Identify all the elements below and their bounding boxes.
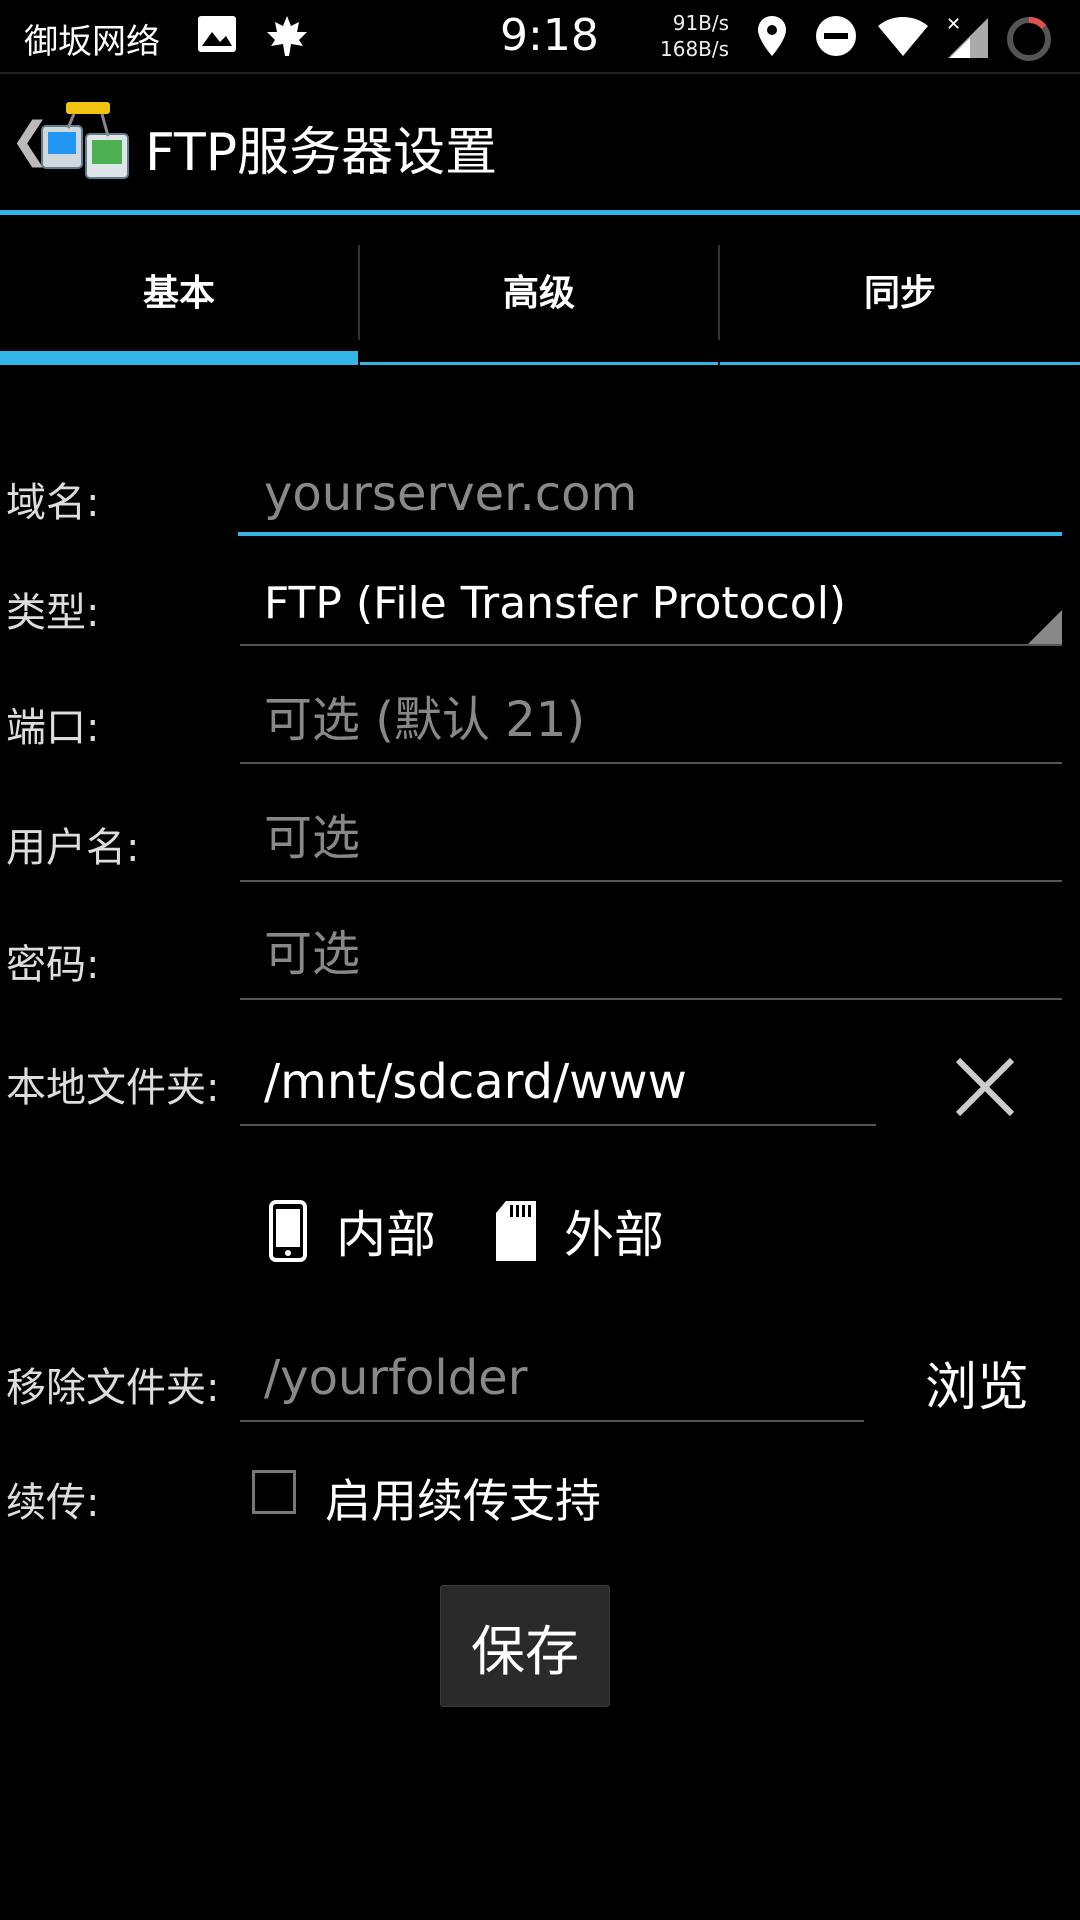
local-folder-input[interactable]: /mnt/sdcard/www (240, 1050, 872, 1114)
tab-basic[interactable]: 基本 (0, 215, 358, 365)
speed-down: 168B/s (660, 37, 730, 61)
local-folder-underline (240, 1124, 876, 1126)
tab-advanced[interactable]: 高级 (360, 215, 718, 365)
clock: 9:18 (500, 10, 599, 61)
domain-input[interactable]: yourserver.com (240, 462, 1060, 526)
external-storage-button[interactable]: 外部 (492, 1195, 692, 1267)
password-label: 密码: (6, 942, 100, 988)
speed-up: 91B/s (672, 11, 730, 35)
action-bar: ❮ FTP服务器设置 (0, 74, 1080, 210)
dropdown-arrow-icon[interactable] (1028, 610, 1062, 644)
svg-text:✕: ✕ (946, 14, 961, 35)
password-input[interactable]: 可选 (240, 922, 1060, 986)
signal-icon: ✕ (944, 14, 990, 64)
internal-storage-label: 内部 (336, 1206, 436, 1264)
internal-storage-button[interactable]: 内部 (268, 1195, 448, 1267)
username-input[interactable]: 可选 (240, 806, 1060, 870)
domain-label: 域名: (6, 480, 100, 526)
wifi-icon (876, 14, 930, 62)
location-icon (756, 14, 788, 62)
type-underline (240, 644, 1062, 646)
type-spinner[interactable]: FTP (File Transfer Protocol) (240, 572, 1060, 636)
resume-label: 续传: (6, 1480, 100, 1526)
network-speed: 91B/s 168B/s (660, 10, 729, 62)
remote-folder-label: 移除文件夹: (6, 1365, 220, 1411)
sync-icon (1004, 14, 1054, 68)
dnd-icon (814, 14, 858, 62)
phone-icon (269, 1200, 307, 1262)
domain-placeholder: yourserver.com (264, 466, 638, 522)
username-placeholder: 可选 (264, 810, 361, 866)
sd-card-icon (496, 1201, 536, 1261)
image-icon (196, 14, 238, 58)
carrier-name: 御坂网络 (24, 22, 160, 62)
port-underline (240, 762, 1062, 764)
page-title: FTP服务器设置 (145, 123, 498, 183)
status-bar: 御坂网络 9:18 91B/s 168B/s ✕ (0, 0, 1080, 72)
tab-indicator (720, 362, 1080, 365)
resume-checkbox-label[interactable]: 启用续传支持 (325, 1465, 601, 1531)
username-label: 用户名: (6, 825, 140, 871)
password-underline (240, 998, 1062, 1000)
maple-leaf-icon (264, 14, 310, 62)
tab-bar: 基本 高级 同步 (0, 215, 1080, 365)
clear-folder-button[interactable] (950, 1052, 1020, 1122)
tab-sync[interactable]: 同步 (720, 215, 1080, 365)
browse-button[interactable]: 浏览 (925, 1345, 1029, 1420)
port-input[interactable]: 可选 (默认 21) (240, 688, 1060, 752)
domain-underline (238, 532, 1062, 536)
close-icon (955, 1057, 1015, 1117)
remote-folder-placeholder: /yourfolder (264, 1350, 528, 1406)
port-placeholder: 可选 (默认 21) (264, 692, 586, 748)
type-value: FTP (File Transfer Protocol) (264, 578, 847, 629)
external-storage-label: 外部 (564, 1206, 664, 1264)
local-folder-label: 本地文件夹: (6, 1065, 220, 1111)
tab-indicator-active (0, 351, 358, 365)
username-underline (240, 880, 1062, 882)
password-placeholder: 可选 (264, 926, 361, 982)
remote-folder-input[interactable]: /yourfolder (240, 1346, 860, 1410)
save-button[interactable]: 保存 (440, 1585, 610, 1707)
tab-indicator (360, 362, 718, 365)
remote-folder-underline (240, 1420, 864, 1422)
type-label: 类型: (6, 590, 100, 636)
local-folder-value: /mnt/sdcard/www (264, 1054, 687, 1110)
port-label: 端口: (6, 705, 100, 751)
resume-checkbox[interactable] (252, 1470, 296, 1514)
app-icon[interactable] (38, 96, 134, 186)
